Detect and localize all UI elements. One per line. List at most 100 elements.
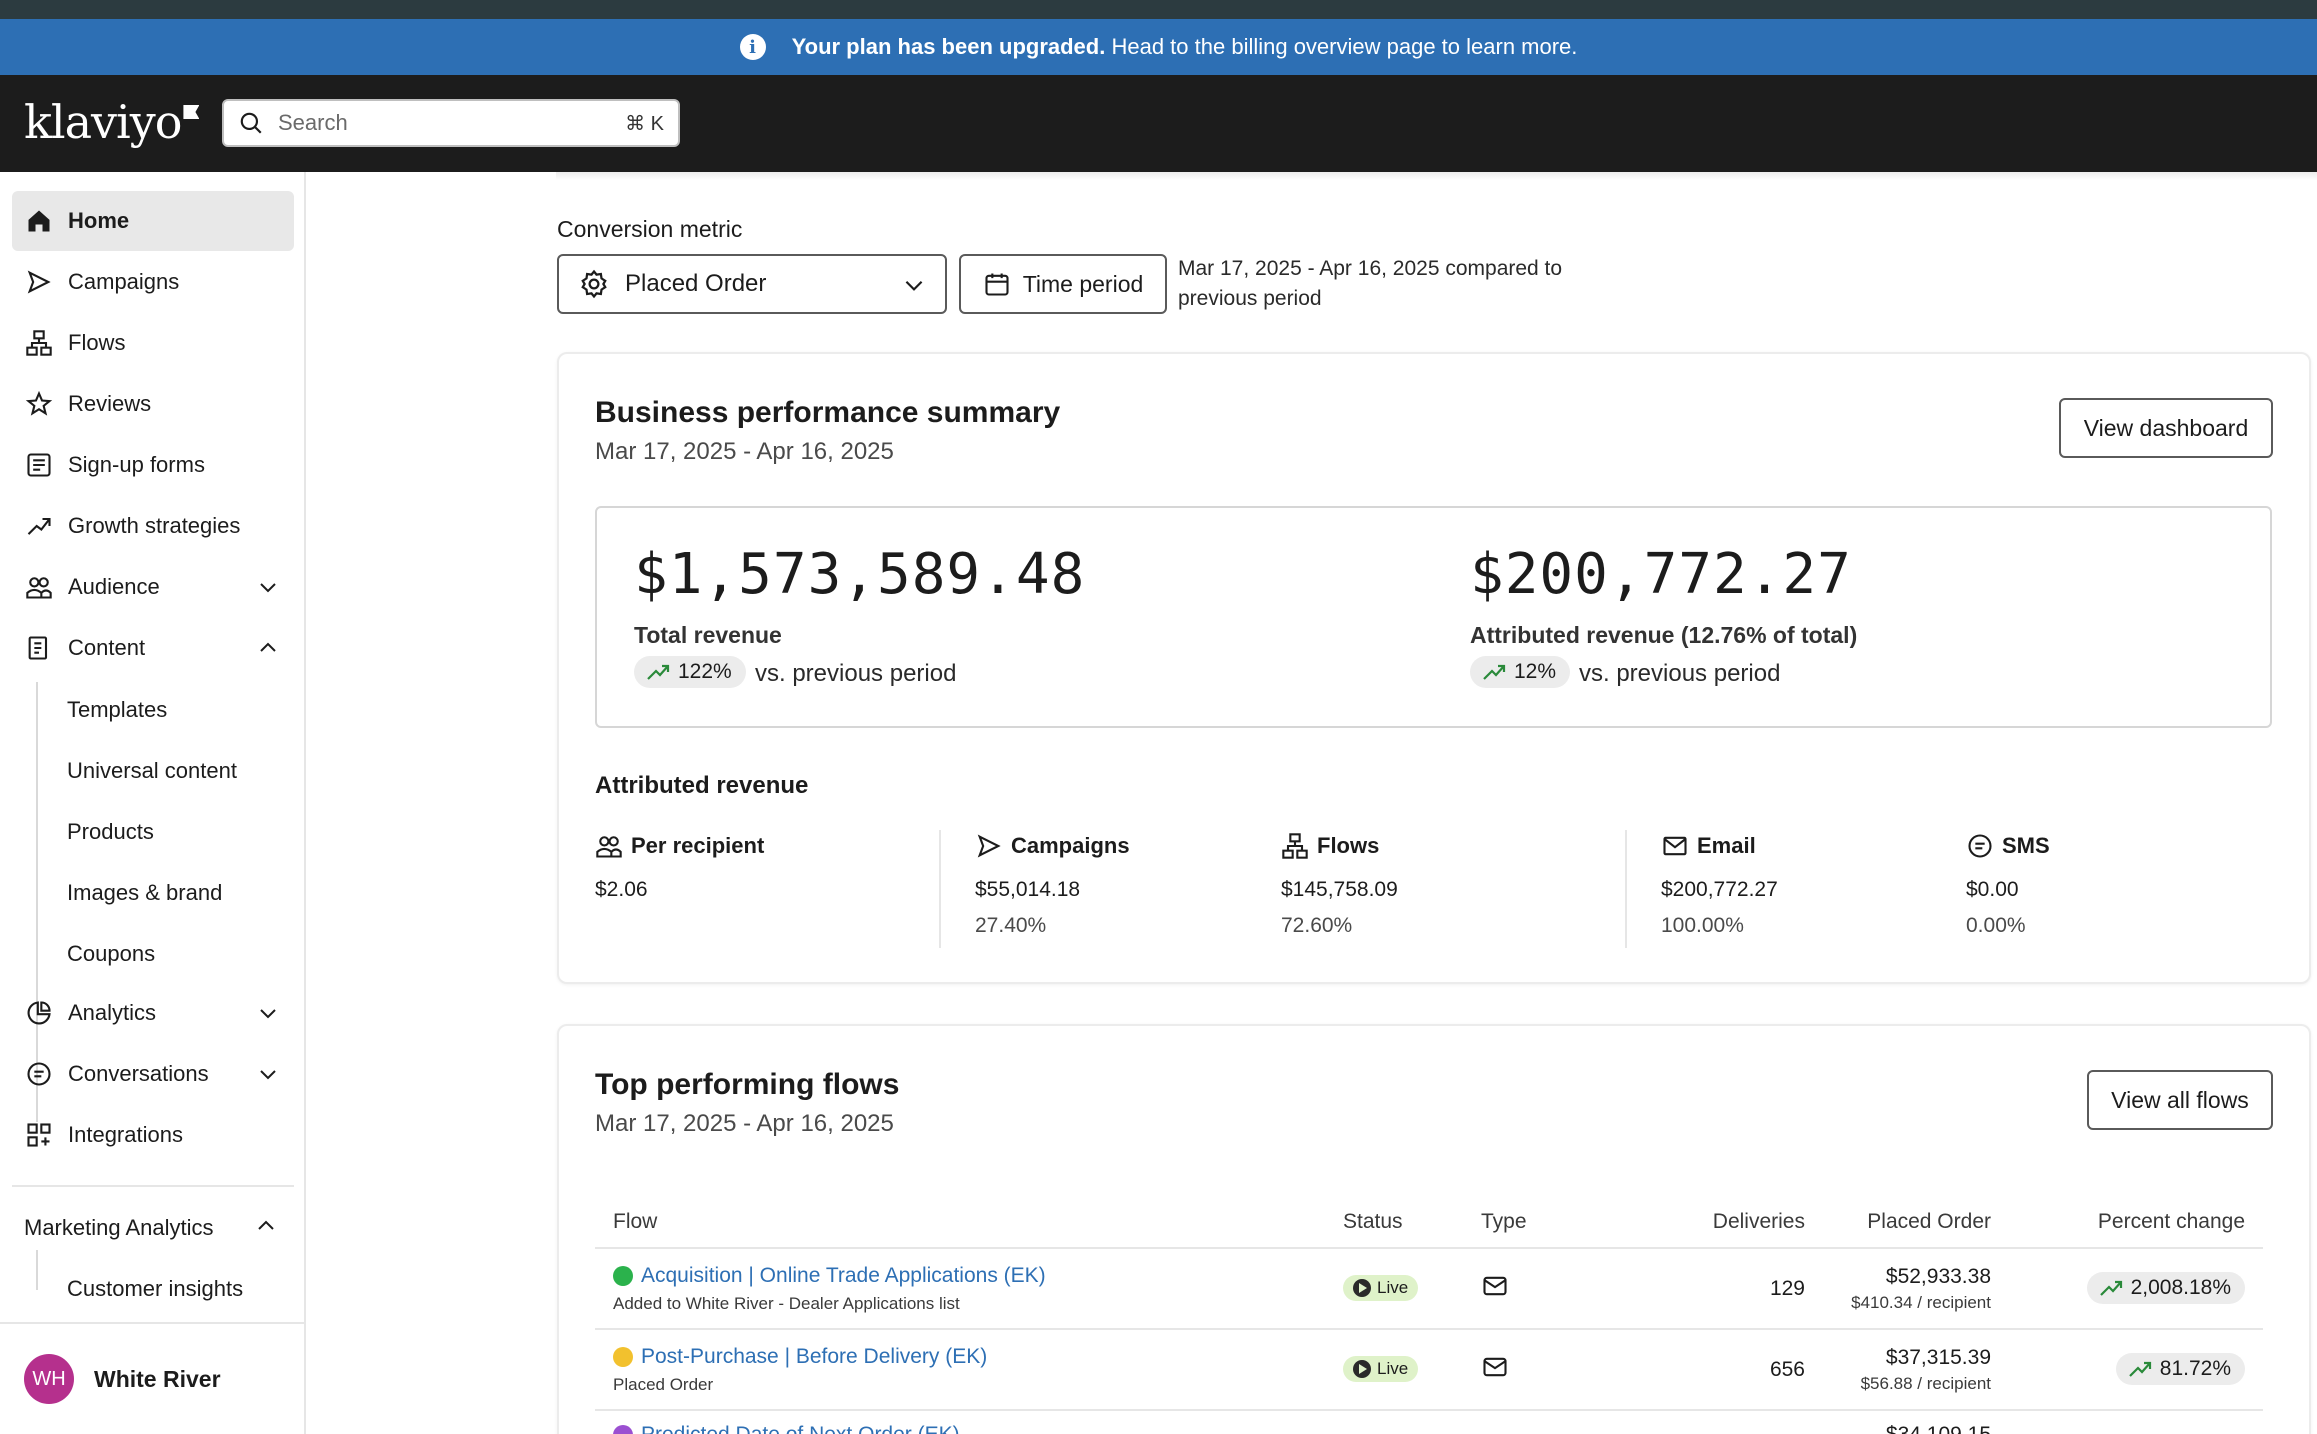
- mail-icon: [1663, 836, 1687, 856]
- flows-icon: [26, 330, 52, 356]
- sidebar-item-conversations[interactable]: Conversations: [12, 1044, 294, 1104]
- attributed-revenue-label: Attributed revenue (12.76% of total): [1470, 622, 1858, 648]
- play-icon: [1353, 1359, 1371, 1378]
- attributed-change-badge: 12%: [1470, 656, 1571, 688]
- gear-icon: [581, 269, 607, 299]
- table-row[interactable]: Predicted Date of Next Order (EK) $34,10…: [595, 1410, 2263, 1434]
- chevron-down-icon[interactable]: [256, 575, 280, 599]
- business-performance-card: Business performance summary Mar 17, 202…: [557, 352, 2311, 984]
- conversion-metric-select[interactable]: Placed Order: [557, 254, 947, 314]
- sidebar-item-universal-content[interactable]: Universal content: [67, 758, 237, 784]
- attributed-revenue-heading: Attributed revenue: [595, 772, 809, 799]
- sidebar-item-home[interactable]: Home: [12, 191, 294, 251]
- chevron-up-icon[interactable]: [256, 636, 280, 660]
- flow-link[interactable]: Predicted Date of Next Order (EK): [613, 1423, 1307, 1434]
- percent-change-badge: 81.72%: [2115, 1353, 2245, 1385]
- klaviyo-logo[interactable]: klaviyo: [24, 95, 200, 149]
- content-icon: [28, 636, 48, 660]
- scroll-shadow: [556, 172, 2317, 180]
- col-flow[interactable]: Flow: [595, 1196, 1325, 1249]
- main-content: Conversion metric Placed Order Time peri…: [306, 172, 2317, 1434]
- banner-text[interactable]: Head to the billing overview page to lea…: [1111, 34, 1577, 59]
- col-status[interactable]: Status: [1325, 1196, 1463, 1249]
- sms-icon: [1968, 834, 1992, 858]
- sidebar-item-campaigns[interactable]: Campaigns: [12, 252, 294, 312]
- metric-campaigns: Campaigns $55,014.18 27.40%: [975, 833, 1130, 937]
- os-top-strip: [0, 0, 2317, 19]
- metric-flows: Flows $145,758.09 72.60%: [1281, 833, 1398, 937]
- sidebar-item-reviews[interactable]: Reviews: [12, 374, 294, 434]
- mail-icon: [1483, 1357, 1507, 1376]
- view-dashboard-button[interactable]: View dashboard: [2059, 398, 2273, 458]
- trend-up-icon: [2099, 1280, 2122, 1296]
- conversion-metric-label: Conversion metric: [557, 216, 743, 242]
- per-recipient-value: $56.88 / recipient: [1860, 1373, 1991, 1393]
- sidebar-item-customer-insights[interactable]: Customer insights: [67, 1276, 243, 1302]
- search-input[interactable]: [278, 110, 626, 136]
- metric-sms: SMS $0.00 0.00%: [1966, 833, 2050, 937]
- account-switcher[interactable]: WH White River: [24, 1354, 221, 1404]
- send-icon: [977, 834, 1001, 858]
- home-icon: [28, 210, 50, 232]
- placed-order-value: $37,315.39: [1885, 1345, 1991, 1369]
- people-icon: [26, 577, 52, 599]
- sidebar-item-flows[interactable]: Flows: [12, 313, 294, 373]
- chevron-down-icon[interactable]: [256, 1062, 280, 1086]
- deliveries-value: 656: [1653, 1329, 1823, 1411]
- sidebar-item-growth-strategies[interactable]: Growth strategies: [12, 496, 294, 556]
- total-vs-text: vs. previous period: [755, 660, 957, 687]
- flow-link[interactable]: Post-Purchase | Before Delivery (EK): [613, 1345, 1307, 1369]
- table-row[interactable]: Acquisition | Online Trade Applications …: [595, 1248, 2263, 1330]
- attributed-vs-text: vs. previous period: [1579, 660, 1781, 687]
- sidebar-item-templates[interactable]: Templates: [67, 697, 167, 723]
- comparison-range-text: Mar 17, 2025 - Apr 16, 2025 compared to …: [1178, 257, 1563, 310]
- trend-icon: [27, 517, 51, 535]
- sidebar-item-analytics[interactable]: Analytics: [12, 983, 294, 1043]
- col-type[interactable]: Type: [1463, 1196, 1653, 1249]
- form-icon: [27, 453, 51, 477]
- status-dot: [613, 1265, 633, 1286]
- sidebar-divider: [12, 1185, 294, 1187]
- sidebar-item-integrations[interactable]: Integrations: [12, 1105, 294, 1165]
- status-dot: [613, 1425, 633, 1434]
- sidebar-item-products[interactable]: Products: [67, 819, 154, 845]
- sidebar-item-content[interactable]: Content: [12, 618, 294, 678]
- sidebar: Home Campaigns Flows Reviews Sign-up for…: [0, 172, 306, 1434]
- flows-table: Flow Status Type Deliveries Placed Order…: [595, 1196, 2263, 1434]
- sidebar-item-images-brand[interactable]: Images & brand: [67, 880, 222, 906]
- placed-order-value: $34,109.15: [1841, 1423, 1991, 1434]
- account-name: White River: [94, 1365, 221, 1392]
- view-all-flows-button[interactable]: View all flows: [2087, 1070, 2273, 1130]
- top-header: klaviyo ⌘ K: [0, 75, 2317, 172]
- top-flows-card: Top performing flows Mar 17, 2025 - Apr …: [557, 1024, 2311, 1434]
- flow-trigger: Placed Order: [613, 1374, 714, 1394]
- analytics-submenu-line: [36, 1250, 38, 1290]
- per-recipient-value: $410.34 / recipient: [1851, 1292, 1991, 1312]
- calendar-icon: [985, 273, 1009, 296]
- card-title: Top performing flows: [595, 1068, 900, 1101]
- time-period-button[interactable]: Time period: [959, 254, 1167, 314]
- search-bar[interactable]: ⌘ K: [222, 99, 680, 147]
- col-placed-order[interactable]: Placed Order: [1823, 1196, 2009, 1249]
- status-dot: [613, 1346, 633, 1367]
- total-revenue-label: Total revenue: [634, 622, 782, 648]
- upgrade-banner: i Your plan has been upgraded. Head to t…: [0, 19, 2317, 75]
- flow-trigger: Added to White River - Dealer Applicatio…: [613, 1293, 960, 1313]
- banner-bold: Your plan has been upgraded.: [791, 34, 1106, 59]
- metric-divider: [1625, 830, 1627, 948]
- table-row[interactable]: Post-Purchase | Before Delivery (EK) Pla…: [595, 1329, 2263, 1411]
- flow-link[interactable]: Acquisition | Online Trade Applications …: [613, 1264, 1307, 1288]
- revenue-box: $1,573,589.48 Total revenue 122% vs. pre…: [595, 506, 2272, 728]
- sidebar-marketing-analytics[interactable]: Marketing Analytics: [24, 1215, 214, 1241]
- col-deliveries[interactable]: Deliveries: [1653, 1196, 1823, 1249]
- col-percent-change[interactable]: Percent change: [2009, 1196, 2263, 1249]
- card-date-range: Mar 17, 2025 - Apr 16, 2025: [595, 438, 894, 465]
- sidebar-item-audience[interactable]: Audience: [12, 557, 294, 617]
- sidebar-item-signup-forms[interactable]: Sign-up forms: [12, 435, 294, 495]
- placed-order-value: $52,933.38: [1885, 1264, 1991, 1288]
- sidebar-item-coupons[interactable]: Coupons: [67, 941, 155, 967]
- chevron-up-icon[interactable]: [254, 1214, 278, 1238]
- mail-icon: [1483, 1276, 1507, 1295]
- chevron-down-icon[interactable]: [256, 1001, 280, 1025]
- metric-email: Email $200,772.27 100.00%: [1661, 833, 1778, 937]
